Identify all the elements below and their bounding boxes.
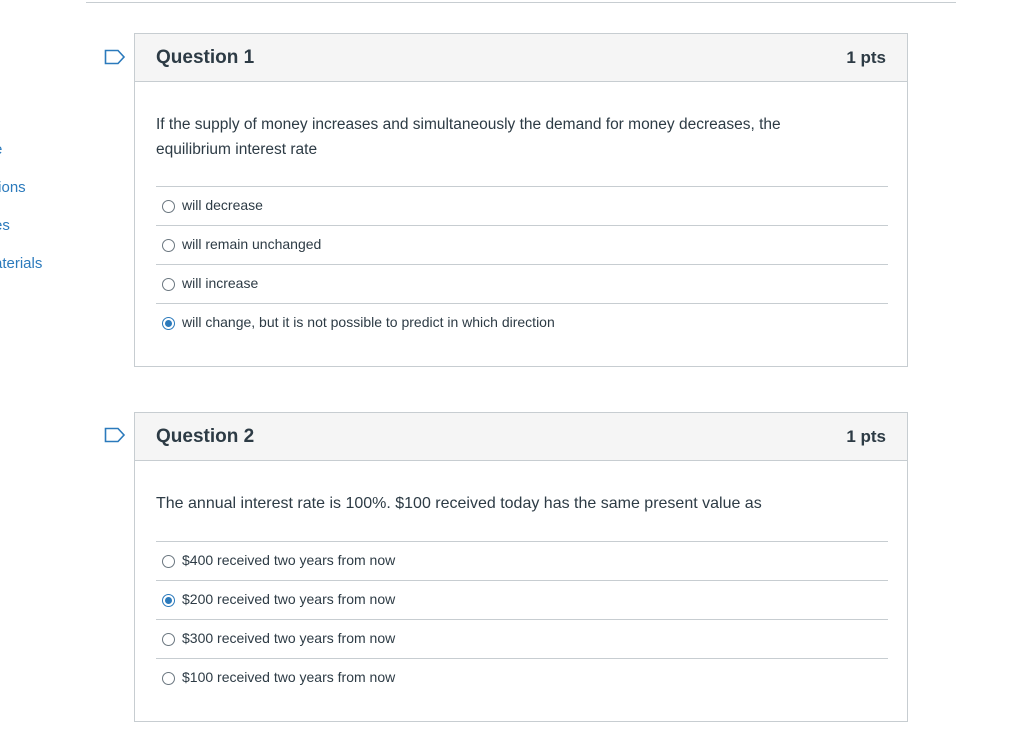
question-points: 1 pts	[846, 48, 886, 67]
answer-list: will decrease will remain unchanged will…	[156, 186, 888, 342]
flag-question-icon[interactable]	[104, 427, 126, 443]
answer-label[interactable]: will remain unchanged	[182, 236, 321, 252]
answer-option[interactable]: $300 received two years from now	[156, 619, 888, 658]
answer-label[interactable]: will decrease	[182, 197, 263, 213]
question-title: Question 1	[156, 47, 255, 68]
question-header: Question 1 1 pts	[135, 34, 907, 82]
answer-option[interactable]: will increase	[156, 264, 888, 303]
answer-option[interactable]: will change, but it is not possible to p…	[156, 303, 888, 342]
question-title: Question 2	[156, 426, 255, 447]
answer-option[interactable]: will remain unchanged	[156, 225, 888, 264]
radio-button[interactable]	[162, 555, 175, 568]
answer-option[interactable]: $400 received two years from now	[156, 541, 888, 580]
radio-button[interactable]	[162, 200, 175, 213]
answer-label[interactable]: $100 received two years from now	[182, 669, 395, 685]
flag-question-icon[interactable]	[104, 49, 126, 65]
nav-item-discussions[interactable]: tions	[0, 179, 26, 196]
answer-option[interactable]: $200 received two years from now	[156, 580, 888, 619]
course-nav: e tions es aterials	[0, 0, 80, 749]
answer-list: $400 received two years from now $200 re…	[156, 541, 888, 697]
question-1: Question 1 1 pts If the supply of money …	[134, 33, 908, 367]
question-text: If the supply of money increases and sim…	[156, 116, 781, 158]
question-2: Question 2 1 pts The annual interest rat…	[134, 412, 908, 722]
question-text: The annual interest rate is 100%. $100 r…	[156, 495, 762, 512]
answer-label[interactable]: will change, but it is not possible to p…	[182, 314, 555, 330]
answer-label[interactable]: $200 received two years from now	[182, 591, 395, 607]
answer-option[interactable]: $100 received two years from now	[156, 658, 888, 697]
nav-item-3[interactable]: es	[0, 217, 10, 234]
answer-label[interactable]: $400 received two years from now	[182, 552, 395, 568]
nav-item-materials[interactable]: aterials	[0, 255, 42, 272]
top-divider	[86, 2, 956, 3]
radio-button[interactable]	[162, 633, 175, 646]
answer-option[interactable]: will decrease	[156, 186, 888, 225]
question-points: 1 pts	[846, 427, 886, 446]
answer-label[interactable]: will increase	[182, 275, 258, 291]
radio-button-selected[interactable]	[162, 594, 175, 607]
question-header: Question 2 1 pts	[135, 413, 907, 461]
radio-button[interactable]	[162, 672, 175, 685]
radio-button-selected[interactable]	[162, 317, 175, 330]
answer-label[interactable]: $300 received two years from now	[182, 630, 395, 646]
radio-button[interactable]	[162, 278, 175, 291]
radio-button[interactable]	[162, 239, 175, 252]
nav-item-1[interactable]: e	[0, 141, 2, 158]
